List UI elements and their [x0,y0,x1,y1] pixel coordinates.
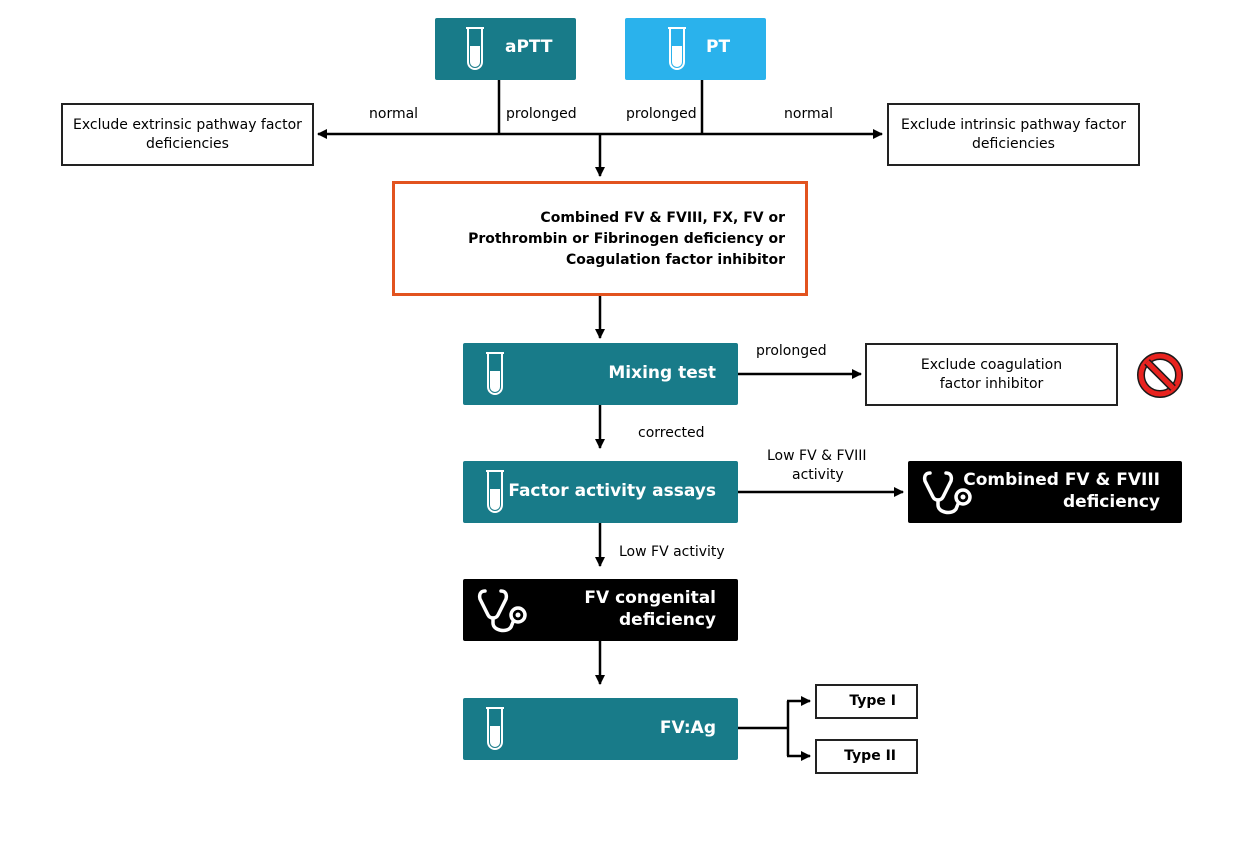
node-type-1[interactable]: Type I [815,684,918,719]
node-fv-congenital-deficiency[interactable]: FV congenital deficiency [463,579,738,641]
node-exclude-inhibitor[interactable]: Exclude coagulation factor inhibitor [865,343,1118,406]
node-type-1-label: Type I [849,693,896,709]
node-exclude-intrinsic-line1: Exclude intrinsic pathway factor [900,117,1126,133]
edge-label-mixing-prolonged: prolonged [756,343,827,359]
test-tube-icon [486,352,504,395]
edge-label-low-fv: Low FV activity [619,544,725,560]
edge-label-aptt-normal: normal [369,106,419,122]
node-combined-deficiency-line1: Combined FV & FVIII [963,470,1160,490]
node-differential-diagnosis[interactable]: Combined FV & FVIII, FX, FV or Prothromb… [392,181,808,296]
node-differential-line2: Prothrombin or Fibrinogen deficiency or [468,231,785,247]
node-mixing-test[interactable]: Mixing test [463,343,738,405]
node-exclude-inhibitor-line1: Exclude coagulation [920,357,1063,373]
node-combined-deficiency-line2: deficiency [1063,492,1160,512]
test-tube-icon [466,27,484,70]
edge-label-pt-normal: normal [784,106,834,122]
node-differential-line3: Coagulation factor inhibitor [565,252,785,268]
node-differential-line1: Combined FV & FVIII, FX, FV or [540,210,785,226]
stethoscope-icon [477,589,527,633]
node-fv-congenital-line1: FV congenital [584,588,716,608]
test-tube-icon [486,707,504,750]
node-type-2-label: Type II [844,748,896,764]
test-tube-icon [668,27,686,70]
node-exclude-intrinsic-line2: deficiencies [972,136,1055,152]
node-aptt[interactable]: aPTT [435,18,576,80]
edge-label-low-fv-fviii-2: activity [792,467,844,483]
prohibited-icon [1137,352,1183,398]
node-exclude-intrinsic[interactable]: Exclude intrinsic pathway factor deficie… [887,103,1140,166]
node-exclude-inhibitor-line2: factor inhibitor [939,376,1044,392]
node-factor-activity-assays[interactable]: Factor activity assays [463,461,738,523]
node-type-2[interactable]: Type II [815,739,918,774]
test-tube-icon [486,470,504,513]
edge-label-pt-prolonged: prolonged [626,106,697,122]
edge-label-mixing-corrected: corrected [638,425,705,441]
edge-label-aptt-prolonged: prolonged [506,106,577,122]
node-exclude-extrinsic-line2: deficiencies [146,136,229,152]
node-fv-ag[interactable]: FV:Ag [463,698,738,760]
node-pt-label: PT [706,37,731,57]
node-mixing-test-label: Mixing test [608,363,716,383]
node-pt[interactable]: PT [625,18,766,80]
node-fv-ag-label: FV:Ag [659,718,716,738]
node-aptt-label: aPTT [505,37,553,57]
node-exclude-extrinsic[interactable]: Exclude extrinsic pathway factor deficie… [61,103,314,166]
edge-label-low-fv-fviii-1: Low FV & FVIII [767,448,867,464]
node-combined-deficiency[interactable]: Combined FV & FVIII deficiency [908,461,1182,523]
node-fv-congenital-line2: deficiency [619,610,716,630]
node-exclude-extrinsic-line1: Exclude extrinsic pathway factor [73,117,302,133]
node-factor-activity-assays-label: Factor activity assays [508,481,716,501]
